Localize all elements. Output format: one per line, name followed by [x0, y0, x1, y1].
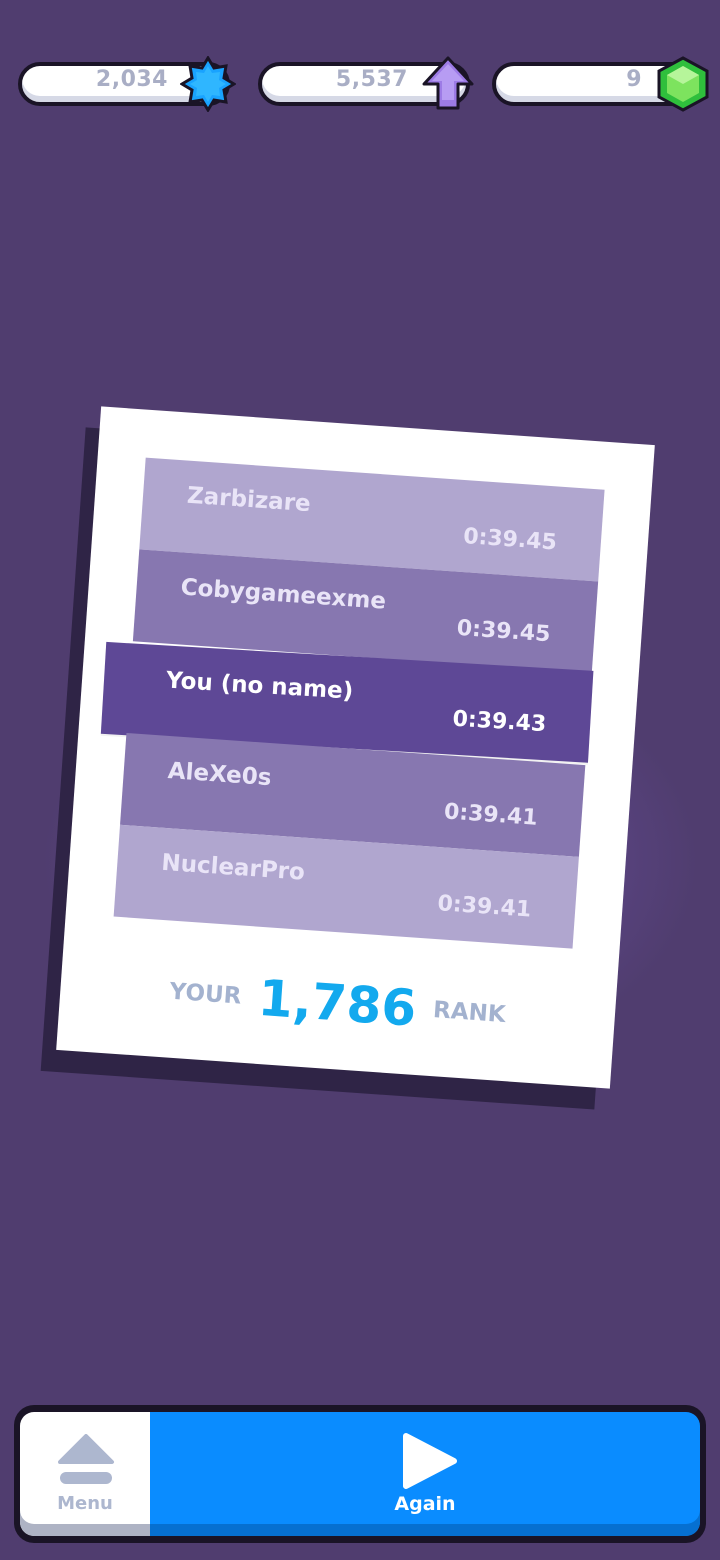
leaderboard-card: Zarbizare 0:39.45 Cobygameexme 0:39.45 Y…	[40, 406, 655, 1110]
leaderboard-list: Zarbizare 0:39.45 Cobygameexme 0:39.45 Y…	[100, 457, 605, 949]
coins-value: 2,034	[95, 67, 168, 92]
currency-gems[interactable]: 9	[492, 56, 709, 112]
purple-up-arrow-icon	[422, 56, 474, 110]
menu-label: Menu	[57, 1493, 113, 1514]
player-time: 0:39.43	[451, 706, 547, 738]
eject-menu-icon	[58, 1434, 114, 1484]
rank-display: YOUR 1,786 RANK	[59, 955, 617, 1052]
player-name: Cobygameexme	[179, 574, 387, 615]
player-name: NuclearPro	[160, 849, 306, 886]
player-name: You (no name)	[165, 667, 354, 705]
card-panel: Zarbizare 0:39.45 Cobygameexme 0:39.45 Y…	[56, 406, 655, 1089]
rank-value: 1,786	[256, 968, 419, 1038]
green-hexagon-gem-icon	[657, 56, 709, 112]
rank-prefix: YOUR	[168, 978, 243, 1010]
player-time: 0:39.45	[462, 524, 558, 556]
rank-suffix: RANK	[432, 997, 507, 1029]
menu-button[interactable]: Menu	[20, 1412, 150, 1536]
player-time: 0:39.41	[436, 891, 532, 923]
player-name: AleXe0s	[166, 758, 273, 792]
player-time: 0:39.41	[443, 799, 539, 831]
arrows-value: 5,537	[335, 67, 408, 92]
again-label: Again	[394, 1493, 456, 1515]
bottom-action-bar: Menu Again	[14, 1405, 706, 1543]
gems-value: 9	[626, 67, 642, 92]
player-time: 0:39.45	[455, 615, 552, 648]
blue-star-gem-icon	[180, 56, 236, 112]
play-icon	[403, 1433, 457, 1489]
player-name: Zarbizare	[186, 482, 312, 518]
currency-arrows[interactable]: 5,537	[258, 56, 474, 110]
currency-coins[interactable]: 2,034	[18, 56, 236, 112]
again-button[interactable]: Again	[150, 1412, 700, 1536]
